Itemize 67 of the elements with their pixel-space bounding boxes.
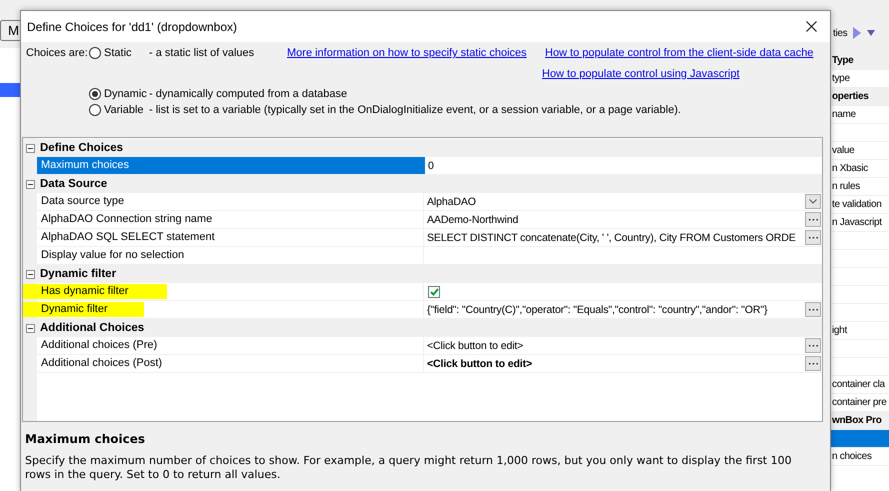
ellipsis-button[interactable] bbox=[805, 338, 821, 353]
help-link[interactable]: How to populate control using Javascript bbox=[542, 66, 814, 85]
collapse-icon[interactable] bbox=[26, 324, 35, 332]
category-title: Data Source bbox=[40, 178, 108, 190]
collapse-icon[interactable] bbox=[26, 180, 35, 188]
property-name[interactable]: ight bbox=[831, 322, 889, 340]
property-name[interactable]: n rules bbox=[831, 178, 889, 196]
section-header: operties bbox=[831, 88, 889, 106]
section-header: wnBox Pro bbox=[831, 412, 889, 430]
description-title: Maximum choices bbox=[25, 432, 146, 446]
selected-row[interactable] bbox=[831, 430, 889, 448]
dropdown-button[interactable] bbox=[805, 194, 821, 209]
property-name[interactable]: te validation bbox=[831, 196, 889, 214]
property-name[interactable]: Maximum choices bbox=[37, 157, 423, 174]
help-link[interactable]: How to populate control from the client-side data cache bbox=[545, 45, 814, 64]
property-value[interactable]: AlphaDAO bbox=[427, 196, 805, 208]
play-icon[interactable] bbox=[853, 27, 862, 39]
option-description: - dynamically computed from a database bbox=[149, 88, 348, 100]
help-link[interactable]: More information on how to specify static choices bbox=[287, 45, 545, 64]
check-icon bbox=[430, 288, 438, 296]
ellipsis-button[interactable] bbox=[805, 230, 821, 245]
property-name[interactable]: Display value for no selection bbox=[37, 247, 423, 264]
property-name[interactable]: value bbox=[831, 142, 889, 160]
option-label[interactable]: Dynamic bbox=[104, 88, 149, 100]
radio-button[interactable] bbox=[89, 47, 101, 59]
property-name[interactable]: Dynamic filter bbox=[37, 301, 423, 318]
property-name[interactable]: Additional choices (Post) bbox=[37, 355, 423, 372]
property-name[interactable]: container cla bbox=[831, 376, 889, 394]
radio-button[interactable] bbox=[89, 88, 101, 100]
property-value[interactable]: SELECT DISTINCT concatenate(City, ' ', Country), City FROM Customers ORDE bbox=[427, 232, 805, 244]
property-name[interactable]: n Xbasic bbox=[831, 160, 889, 178]
chevron-icon bbox=[809, 199, 817, 204]
option-description: - a static list of values bbox=[149, 47, 254, 59]
property-name[interactable]: AlphaDAO SQL SELECT statement bbox=[37, 229, 423, 246]
category-title: Dynamic filter bbox=[40, 268, 116, 280]
property-name[interactable]: AlphaDAO Connection string name bbox=[37, 211, 423, 228]
ellipsis-button[interactable] bbox=[805, 212, 821, 227]
property-value[interactable]: <Click button to edit> bbox=[427, 340, 805, 352]
ellipsis-button[interactable] bbox=[805, 356, 821, 371]
collapse-icon[interactable] bbox=[26, 270, 35, 278]
radio-button[interactable] bbox=[89, 104, 101, 116]
property-name[interactable]: Has dynamic filter bbox=[37, 283, 423, 300]
caret-icon[interactable] bbox=[867, 30, 876, 36]
close-icon bbox=[806, 21, 816, 32]
property-name[interactable]: Data source type bbox=[37, 193, 423, 210]
property-value[interactable]: <Click button to edit> bbox=[427, 358, 805, 370]
option-label[interactable]: Static bbox=[104, 47, 149, 59]
property-value[interactable]: 0 bbox=[428, 160, 822, 172]
checkbox[interactable] bbox=[428, 286, 440, 298]
window-title: Define Choices for 'dd1' (dropdownbox) bbox=[27, 20, 238, 34]
option-description: - list is set to a variable (typically set in the OnDialogInitialize event, or a session variable, or a page variable). bbox=[149, 104, 681, 116]
property-value[interactable]: {"field": "Country(C)","operator": "Equals","control": "country","andor": "OR"} bbox=[427, 304, 805, 316]
property-name[interactable]: name bbox=[831, 106, 889, 124]
property-value[interactable]: AADemo-Northwind bbox=[427, 214, 805, 226]
property-name[interactable]: n Javascript bbox=[831, 214, 889, 232]
collapse-icon[interactable] bbox=[26, 144, 35, 152]
ellipsis-button[interactable] bbox=[805, 302, 821, 317]
property-name[interactable]: n choices bbox=[831, 448, 889, 466]
option-label[interactable]: Variable bbox=[104, 104, 149, 116]
property-name[interactable]: Additional choices (Pre) bbox=[37, 337, 423, 354]
field-label: Choices are: bbox=[26, 46, 89, 61]
tab[interactable]: M bbox=[0, 20, 20, 41]
category-title: Additional Choices bbox=[40, 322, 144, 334]
tab-label[interactable]: ties bbox=[833, 28, 848, 38]
description-text: Specify the maximum number of choices to show. For example, a query might return 1,000 rows, but you only want to display the first 100 rows in the query. Set to 0 to return all values. bbox=[25, 454, 793, 482]
section-header: Type bbox=[831, 52, 889, 70]
category-title: Define Choices bbox=[40, 142, 124, 154]
